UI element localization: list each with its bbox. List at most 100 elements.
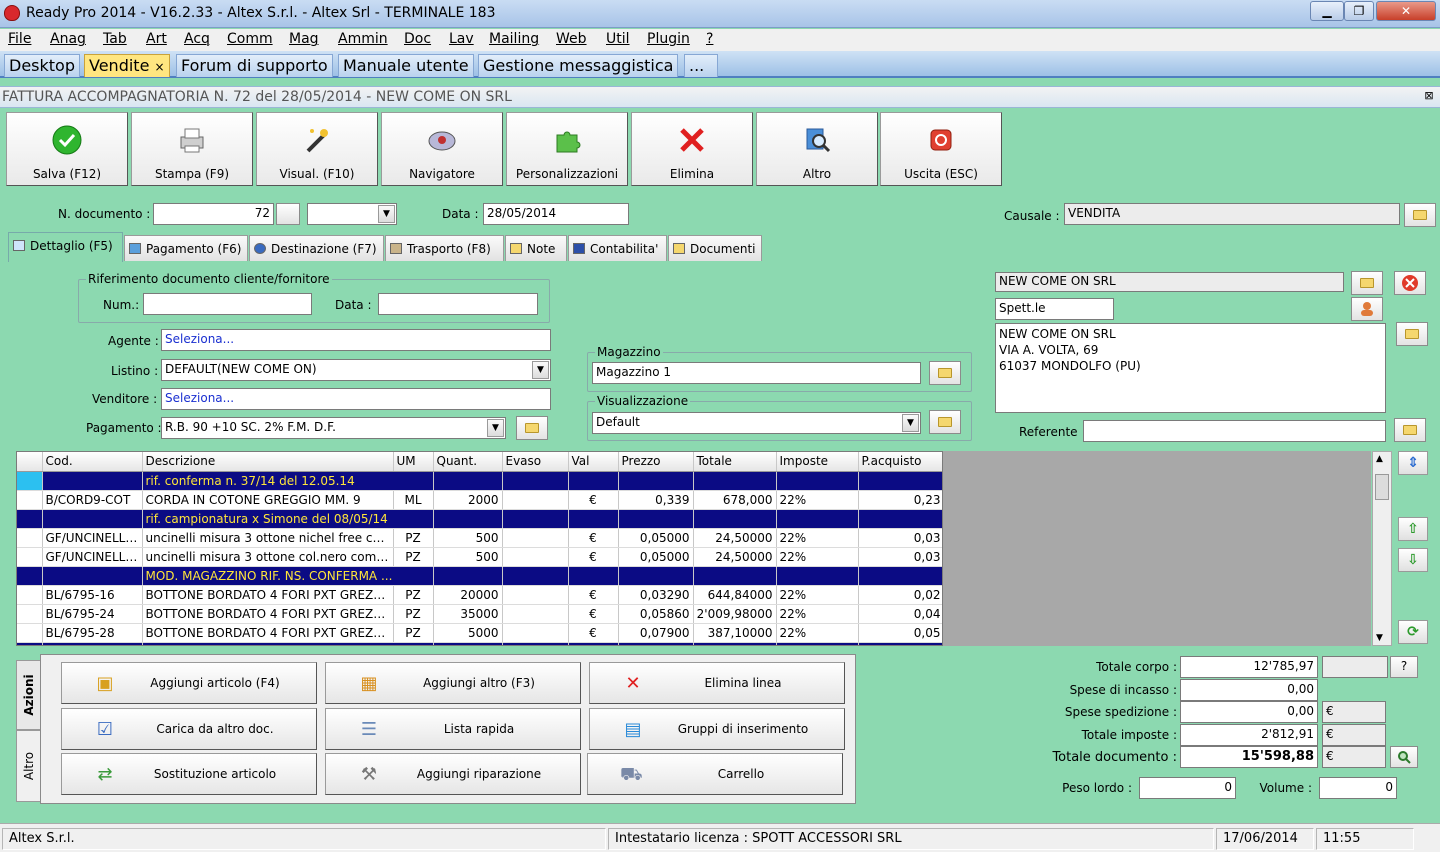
venditore-select[interactable]: Seleziona... — [161, 388, 551, 410]
document-close-icon[interactable]: ⊠ — [1422, 89, 1436, 103]
ndoc-series-select[interactable]: ▼ — [307, 203, 397, 225]
magazzino-field[interactable]: Magazzino 1 — [592, 362, 921, 384]
agente-select[interactable]: Seleziona... — [161, 329, 551, 351]
move-up-button[interactable]: ⇧ — [1398, 517, 1428, 541]
date-input[interactable]: 28/05/2014 — [483, 203, 629, 225]
zoom-button[interactable] — [1390, 746, 1418, 768]
menu-web[interactable]: Web — [556, 31, 587, 47]
table-row-note[interactable]: rif. conferma n. 37/14 del 12.05.14 — [17, 471, 942, 491]
menu-file[interactable]: File — [8, 31, 31, 47]
tab-trasporto[interactable]: Trasporto (F8) — [385, 235, 504, 261]
header-evaso[interactable]: Evaso — [502, 452, 569, 472]
scroll-thumb[interactable] — [1375, 474, 1389, 500]
menu-help[interactable]: ? — [706, 31, 713, 47]
menu-util[interactable]: Util — [606, 31, 630, 47]
header-um[interactable]: UM — [393, 452, 434, 472]
tab-desktop[interactable]: Desktop — [4, 54, 80, 77]
gross-weight-field[interactable]: 0 — [1139, 777, 1236, 799]
table-row[interactable]: BL/6795-16 BOTTONE BORDATO 4 FORI PXT GRE… — [17, 585, 942, 605]
close-window-button[interactable]: ✕ — [1376, 1, 1436, 21]
customer-address[interactable]: NEW COME ON SRL VIA A. VOLTA, 69 61037 M… — [995, 323, 1386, 413]
customer-folder-button[interactable] — [1351, 271, 1383, 295]
ref-date-input[interactable] — [378, 293, 538, 315]
customize-button[interactable]: Personalizzazioni — [506, 112, 628, 186]
header-imposte[interactable]: Imposte — [776, 452, 859, 472]
scroll-up-icon[interactable]: ▲ — [1376, 454, 1383, 464]
menu-anag[interactable]: Anag — [50, 31, 86, 47]
jump-first-button[interactable]: ⇕ — [1398, 451, 1428, 475]
tab-note[interactable]: Note — [505, 235, 567, 261]
tab-dettaglio[interactable]: Dettaglio (F5) — [8, 232, 123, 262]
ref-num-input[interactable] — [143, 293, 312, 315]
tab-pagamento[interactable]: Pagamento (F6) — [124, 235, 248, 261]
header-cod[interactable]: Cod. — [42, 452, 143, 472]
menu-acq[interactable]: Acq — [184, 31, 210, 47]
grid-scrollbar[interactable]: ▲ ▼ — [1372, 451, 1392, 646]
menu-lav[interactable]: Lav — [449, 31, 474, 47]
tab-documenti[interactable]: Documenti — [668, 235, 762, 261]
header-val[interactable]: Val — [568, 452, 619, 472]
customer-remove-button[interactable] — [1394, 271, 1426, 295]
delete-line-button[interactable]: ✕ Elimina linea — [589, 662, 845, 704]
pagamento-folder-button[interactable] — [516, 416, 548, 440]
volume-field[interactable]: 0 — [1319, 777, 1397, 799]
tab-vendite[interactable]: Vendite × — [84, 54, 170, 77]
header-prezzo[interactable]: Prezzo — [618, 452, 694, 472]
table-row[interactable]: BL/6795-28 BOTTONE BORDATO 4 FORI PXT GRE… — [17, 623, 942, 643]
address-folder-button[interactable] — [1396, 322, 1428, 346]
ndoc-input[interactable]: 72 — [153, 203, 274, 225]
table-row-note[interactable]: MOD. MAGAZZINO RIF. NS. CONFERMA ... — [17, 566, 942, 586]
refresh-button[interactable]: ⟳ — [1398, 620, 1428, 644]
table-row[interactable]: GF/UNCINELLI... uncinelli misura 3 ottone… — [17, 528, 942, 548]
tab-manuale[interactable]: Manuale utente — [338, 54, 474, 77]
tab-messaggistica[interactable]: Gestione messaggistica — [478, 54, 679, 77]
header-desc[interactable]: Descrizione — [142, 452, 394, 472]
menu-art[interactable]: Art — [146, 31, 167, 47]
menu-mag[interactable]: Mag — [289, 31, 319, 47]
menu-ammin[interactable]: Ammin — [338, 31, 388, 47]
ndoc-side-button[interactable] — [276, 203, 300, 225]
exit-button[interactable]: Uscita (ESC) — [880, 112, 1002, 186]
tab-destinazione[interactable]: Destinazione (F7) — [249, 235, 384, 261]
cart-button[interactable]: ⛟ Carrello — [587, 753, 843, 795]
table-row-note[interactable]: rif. campionatura x Simone del 08/05/14 — [17, 509, 942, 529]
table-row[interactable]: B/CORD9-COT CORDA IN COTONE GREGGIO MM. 9… — [17, 490, 942, 510]
tab-close-icon[interactable]: × — [155, 60, 165, 74]
quick-list-button[interactable]: ☰ Lista rapida — [325, 708, 581, 750]
insert-groups-button[interactable]: ▤ Gruppi di inserimento — [589, 708, 845, 750]
causale-folder-button[interactable] — [1404, 203, 1436, 227]
view-button[interactable]: Visual. (F10) — [256, 112, 378, 186]
minimize-button[interactable]: ▁ — [1310, 1, 1344, 21]
table-row-note[interactable] — [17, 642, 942, 645]
menu-mailing[interactable]: Mailing — [489, 31, 539, 47]
referente-folder-button[interactable] — [1394, 418, 1426, 442]
referente-input[interactable] — [1083, 420, 1386, 442]
tab-altro[interactable]: Altro — [16, 730, 41, 802]
visual-select[interactable]: Default ▼ — [592, 412, 921, 434]
menu-doc[interactable]: Doc — [404, 31, 431, 47]
shipping-costs-field[interactable]: 0,00 — [1180, 701, 1318, 723]
pagamento-select[interactable]: R.B. 90 +10 SC. 2% F.M. D.F. ▼ — [161, 417, 506, 439]
tab-azioni[interactable]: Azioni — [16, 660, 41, 730]
customer-title-field[interactable]: Spett.le — [995, 298, 1114, 320]
header-quant[interactable]: Quant. — [433, 452, 503, 472]
add-article-button[interactable]: ▣ Aggiungi articolo (F4) — [61, 662, 317, 704]
move-down-button[interactable]: ⇩ — [1398, 548, 1428, 572]
menu-tab[interactable]: Tab — [103, 31, 127, 47]
menu-comm[interactable]: Comm — [227, 31, 273, 47]
menu-plugin[interactable]: Plugin — [647, 31, 690, 47]
scroll-down-icon[interactable]: ▼ — [1376, 633, 1383, 643]
delete-button[interactable]: Elimina — [631, 112, 753, 186]
navigator-button[interactable]: Navigatore — [381, 112, 503, 186]
collection-costs-field[interactable]: 0,00 — [1180, 679, 1318, 701]
print-button[interactable]: Stampa (F9) — [131, 112, 253, 186]
table-row[interactable]: BL/6795-24 BOTTONE BORDATO 4 FORI PXT GRE… — [17, 604, 942, 624]
tab-more[interactable]: ... — [684, 54, 718, 77]
add-repair-button[interactable]: ⚒ Aggiungi riparazione — [325, 753, 581, 795]
maximize-button[interactable]: ❐ — [1344, 1, 1374, 21]
tab-contabilita[interactable]: Contabilita' — [568, 235, 667, 261]
listino-select[interactable]: DEFAULT(NEW COME ON) ▼ — [161, 359, 551, 381]
table-row[interactable]: GF/UNCINELLI... uncinelli misura 3 ottone… — [17, 547, 942, 567]
tab-forum[interactable]: Forum di supporto — [176, 54, 333, 77]
add-other-button[interactable]: ▦ Aggiungi altro (F3) — [325, 662, 581, 704]
